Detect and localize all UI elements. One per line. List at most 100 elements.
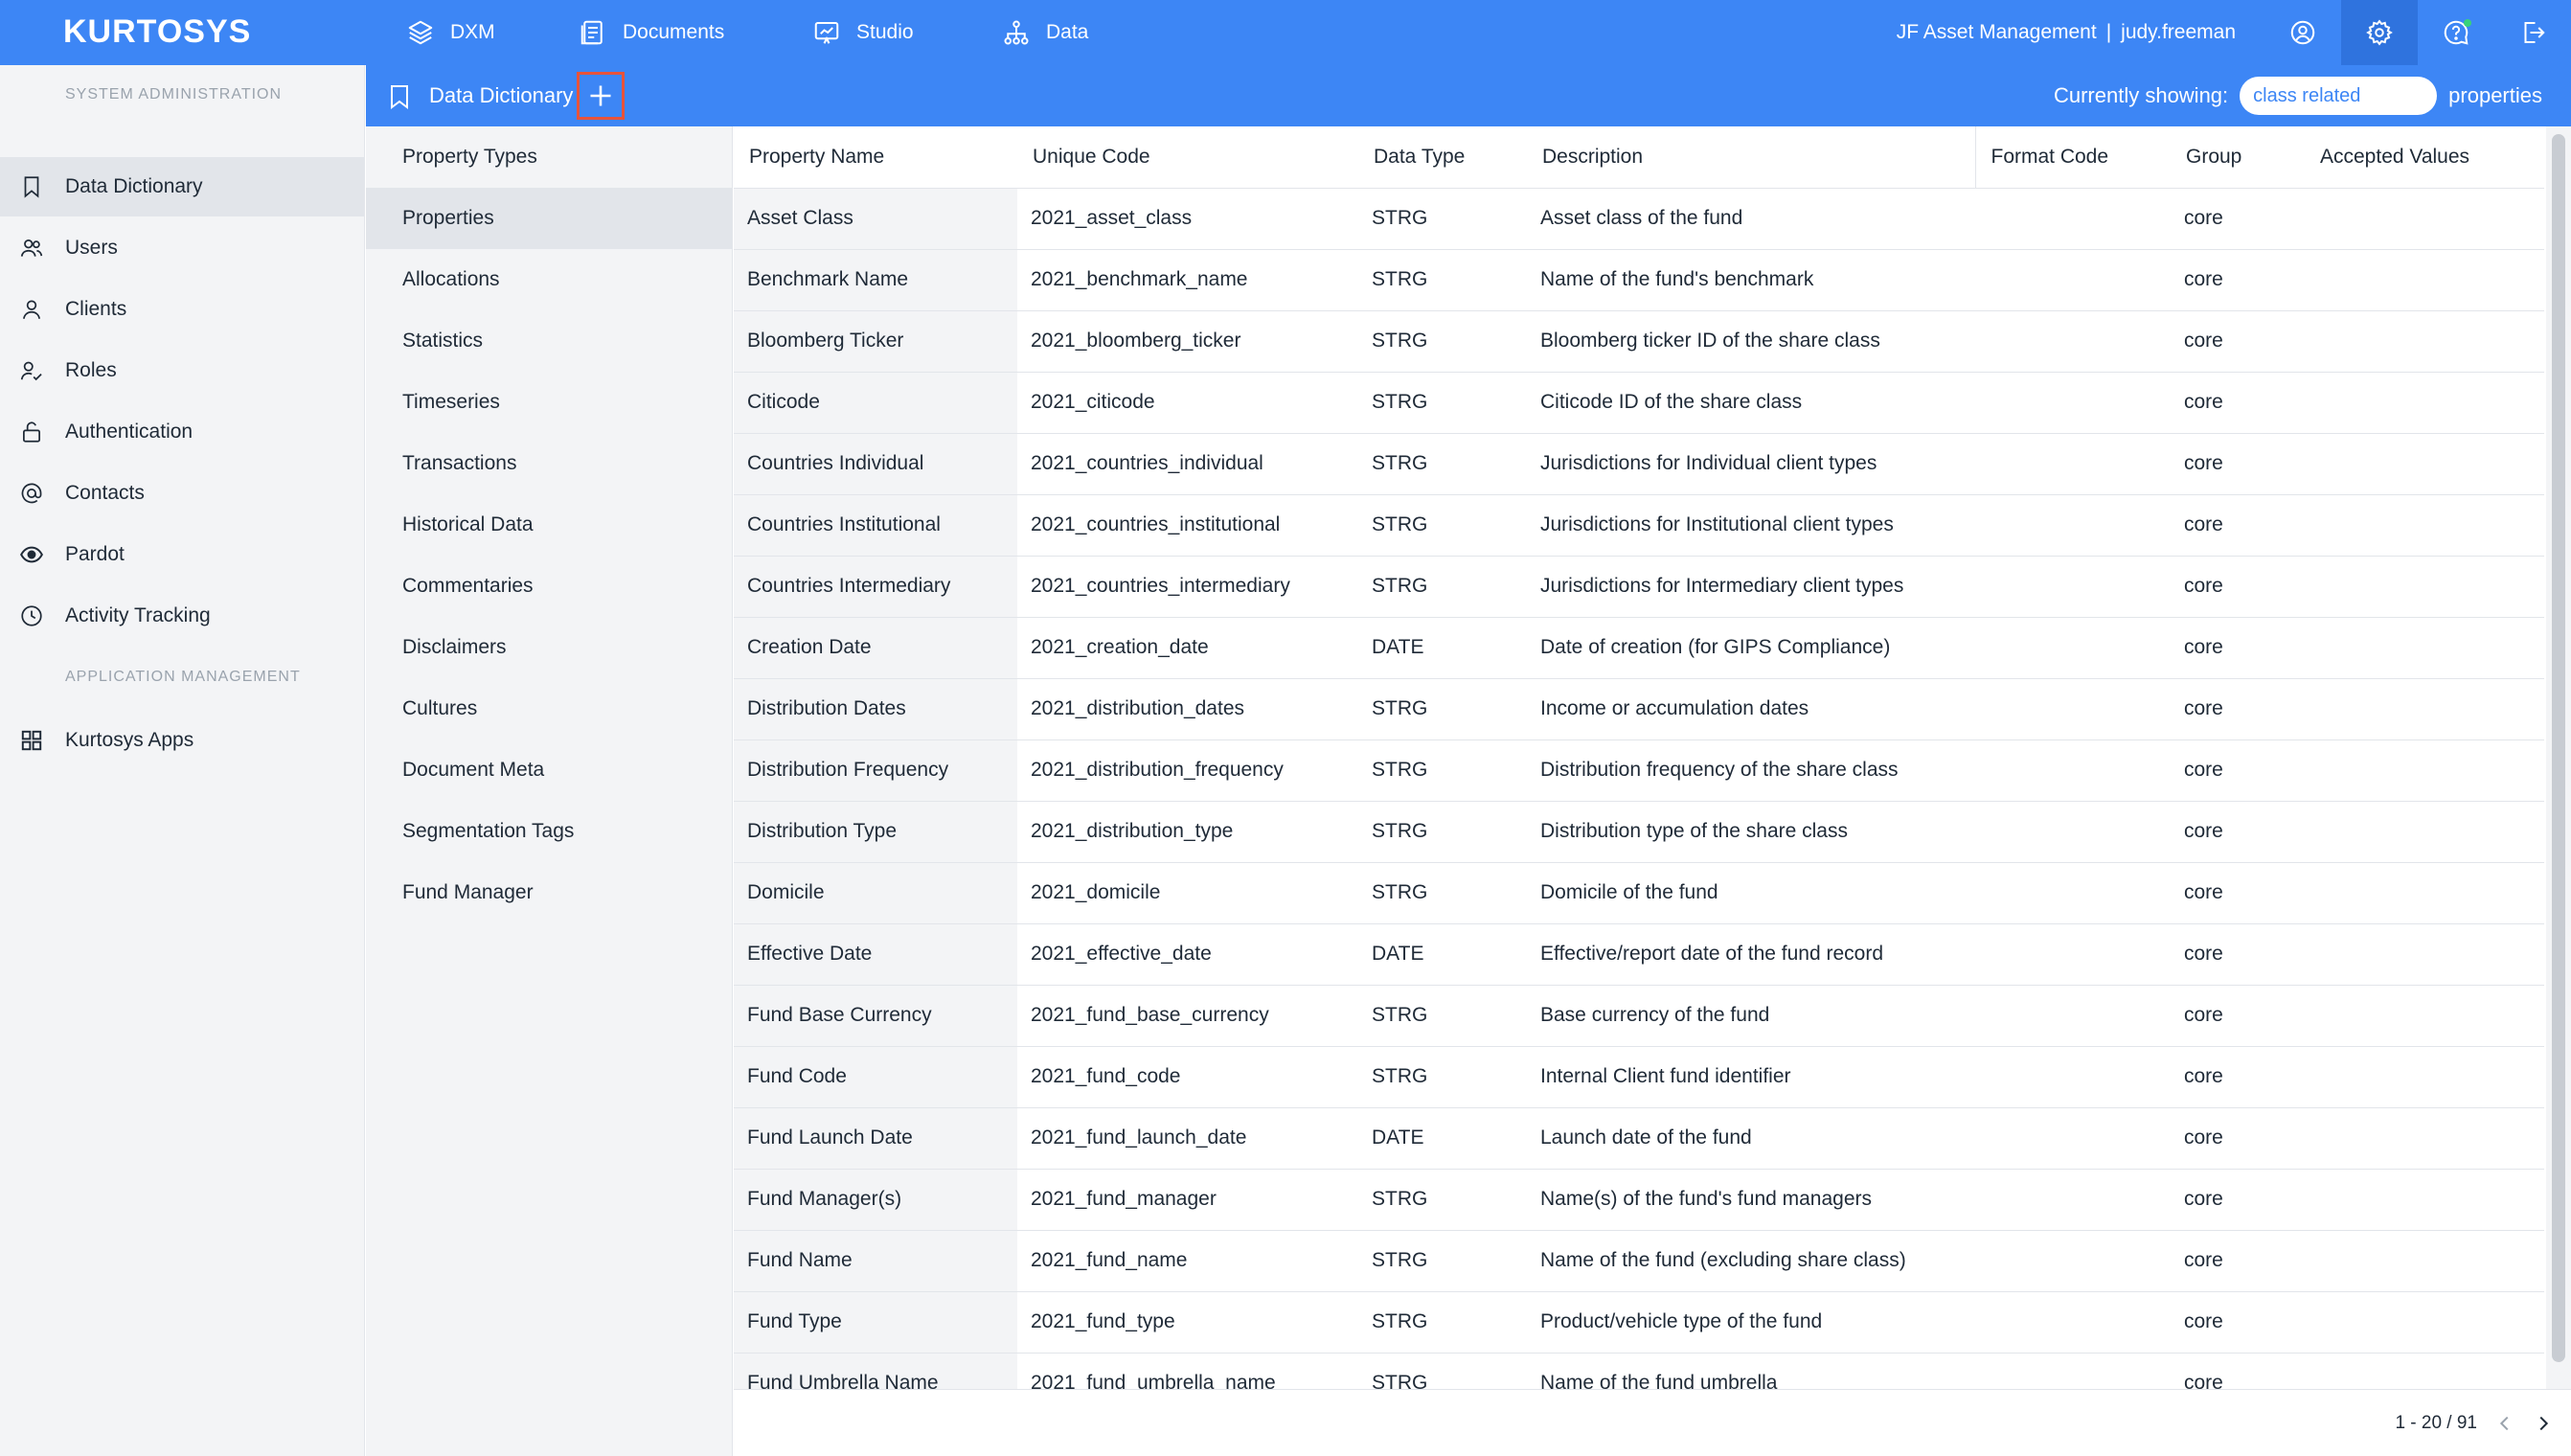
sidebar-item-contacts[interactable]: Contacts	[0, 464, 365, 523]
table-row[interactable]: Creation Date 2021_creation_date DATE Date …	[734, 617, 2544, 679]
table-cell: DATE	[1358, 1107, 1527, 1170]
table-row[interactable]: Distribution Type 2021_distribution_type S…	[734, 801, 2544, 863]
nav-studio[interactable]: Studio	[812, 0, 914, 65]
page-title: Data Dictionary	[429, 83, 574, 107]
table-cell	[2305, 985, 2544, 1047]
column-header-property-name[interactable]: Property Name	[734, 126, 1017, 189]
add-property-button[interactable]	[577, 72, 625, 120]
table-scrollbar-thumb[interactable]	[2552, 134, 2565, 1362]
table-row[interactable]: Fund Type 2021_fund_type STRG Product/vehic…	[734, 1291, 2544, 1354]
column-header-accepted-values[interactable]: Accepted Values	[2305, 126, 2544, 189]
table-row[interactable]: Asset Class 2021_asset_class STRG Asset cla…	[734, 188, 2544, 250]
table-row[interactable]: Countries Intermediary 2021_countries_int…	[734, 556, 2544, 618]
account-info[interactable]: JF Asset Management | judy.freeman	[1897, 21, 2236, 44]
sidebar-item-clients[interactable]: Clients	[0, 280, 365, 339]
property-filter-select[interactable]: class related	[2240, 77, 2438, 115]
sidebar-item-data-dictionary[interactable]: Data Dictionary	[0, 157, 365, 216]
table-cell	[2305, 678, 2544, 740]
pagination-range: 1 - 20 / 91	[2395, 1413, 2477, 1433]
table-cell: Domicile	[734, 862, 1017, 924]
table-cell: 2021_fund_manager	[1017, 1169, 1358, 1231]
category-item-segmentation-tags[interactable]: Segmentation Tags	[366, 801, 732, 862]
sidebar-item-authentication[interactable]: Authentication	[0, 402, 365, 462]
logout-button[interactable]	[2494, 0, 2571, 65]
category-item-properties[interactable]: Properties	[366, 188, 732, 249]
table-row[interactable]: Fund Base Currency 2021_fund_base_currenc…	[734, 985, 2544, 1047]
column-header-description[interactable]: Description	[1527, 126, 1975, 189]
chevron-left-icon[interactable]	[2494, 1413, 2515, 1434]
table-cell: Domicile of the fund	[1527, 862, 1975, 924]
sidebar-item-activity-tracking[interactable]: Activity Tracking	[0, 586, 365, 646]
table-cell: core	[2171, 1230, 2305, 1292]
table-cell: Base currency of the fund	[1527, 985, 1975, 1047]
category-item-fund-manager[interactable]: Fund Manager	[366, 862, 732, 923]
category-item-statistics[interactable]: Statistics	[366, 310, 732, 372]
table-cell: DATE	[1358, 923, 1527, 986]
table-row[interactable]: Fund Name 2021_fund_name STRG Name of the f…	[734, 1230, 2544, 1292]
table-cell	[2305, 433, 2544, 495]
profile-button[interactable]	[2264, 0, 2341, 65]
category-item-historical-data[interactable]: Historical Data	[366, 494, 732, 556]
table-row[interactable]: Domicile 2021_domicile STRG Domicile of the…	[734, 862, 2544, 924]
table-cell: STRG	[1358, 985, 1527, 1047]
settings-button[interactable]	[2341, 0, 2418, 65]
table-row[interactable]: Bloomberg Ticker 2021_bloomberg_ticker STR…	[734, 310, 2544, 373]
category-item-property-types[interactable]: Property Types	[366, 126, 732, 188]
column-header-unique-code[interactable]: Unique Code	[1017, 126, 1358, 189]
table-cell: Bloomberg Ticker	[734, 310, 1017, 373]
table-cell: Fund Manager(s)	[734, 1169, 1017, 1231]
table-cell	[1975, 739, 2171, 802]
column-header-data-type[interactable]: Data Type	[1358, 126, 1527, 189]
table-cell: Internal Client fund identifier	[1527, 1046, 1975, 1108]
table-row[interactable]: Distribution Frequency 2021_distribution_…	[734, 739, 2544, 802]
table-row[interactable]: Countries Institutional 2021_countries_in…	[734, 494, 2544, 557]
category-item-allocations[interactable]: Allocations	[366, 249, 732, 310]
category-item-timeseries[interactable]: Timeseries	[366, 372, 732, 433]
nav-data[interactable]: Data	[1002, 0, 1088, 65]
table-cell: Citicode ID of the share class	[1527, 372, 1975, 434]
table-cell	[1975, 556, 2171, 618]
nav-dxm[interactable]: DXM	[406, 0, 495, 65]
username: judy.freeman	[2121, 21, 2236, 43]
sidebar-item-label: Contacts	[65, 482, 145, 504]
table-cell: STRG	[1358, 188, 1527, 250]
table-row[interactable]: Fund Launch Date 2021_fund_launch_date DAT…	[734, 1107, 2544, 1170]
gear-icon	[2366, 19, 2393, 46]
table-cell: core	[2171, 556, 2305, 618]
table-row[interactable]: Effective Date 2021_effective_date DATE Eff…	[734, 923, 2544, 986]
table-row[interactable]: Fund Code 2021_fund_code STRG Internal Clie…	[734, 1046, 2544, 1108]
category-item-disclaimers[interactable]: Disclaimers	[366, 617, 732, 678]
sidebar-item-pardot[interactable]: Pardot	[0, 525, 365, 584]
sidebar-item-roles[interactable]: Roles	[0, 341, 365, 400]
table-cell: Asset Class	[734, 188, 1017, 250]
table-row[interactable]: Fund Manager(s) 2021_fund_manager STRG Name…	[734, 1169, 2544, 1231]
table-row[interactable]: Countries Individual 2021_countries_indiv…	[734, 433, 2544, 495]
sidebar-item-users[interactable]: Users	[0, 218, 365, 278]
top-navbar: KURTOSYS DXM Documents Studio Data JF As…	[0, 0, 2571, 65]
column-header-format-code[interactable]: Format Code	[1974, 126, 2171, 189]
table-row[interactable]: Benchmark Name 2021_benchmark_name STRG Nam…	[734, 249, 2544, 311]
category-item-transactions[interactable]: Transactions	[366, 433, 732, 494]
table-cell: Effective/report date of the fund record	[1527, 923, 1975, 986]
bookmark-icon	[24, 176, 39, 198]
table-cell	[1975, 1291, 2171, 1354]
chevron-right-icon[interactable]	[2533, 1413, 2554, 1434]
table-cell	[2305, 1107, 2544, 1170]
category-item-commentaries[interactable]: Commentaries	[366, 556, 732, 617]
nav-dxm-label: DXM	[450, 21, 495, 43]
table-cell: Effective Date	[734, 923, 1017, 986]
table-row[interactable]: Citicode 2021_citicode STRG Citicode ID of …	[734, 372, 2544, 434]
column-header-group[interactable]: Group	[2171, 126, 2305, 189]
table-cell: Benchmark Name	[734, 249, 1017, 311]
table-cell: core	[2171, 739, 2305, 802]
table-cell	[1975, 372, 2171, 434]
table-cell: core	[2171, 801, 2305, 863]
category-item-cultures[interactable]: Cultures	[366, 678, 732, 739]
help-button[interactable]	[2418, 0, 2494, 65]
table-row[interactable]: Fund Umbrella Name 2021_fund_umbrella_nam…	[734, 1353, 2544, 1389]
category-item-document-meta[interactable]: Document Meta	[366, 739, 732, 801]
sidebar-item-kurtosys-apps[interactable]: Kurtosys Apps	[0, 711, 365, 770]
kurtosys-logo[interactable]: KURTOSYS	[63, 12, 251, 51]
table-row[interactable]: Distribution Dates 2021_distribution_date…	[734, 678, 2544, 740]
nav-documents[interactable]: Documents	[579, 0, 724, 65]
